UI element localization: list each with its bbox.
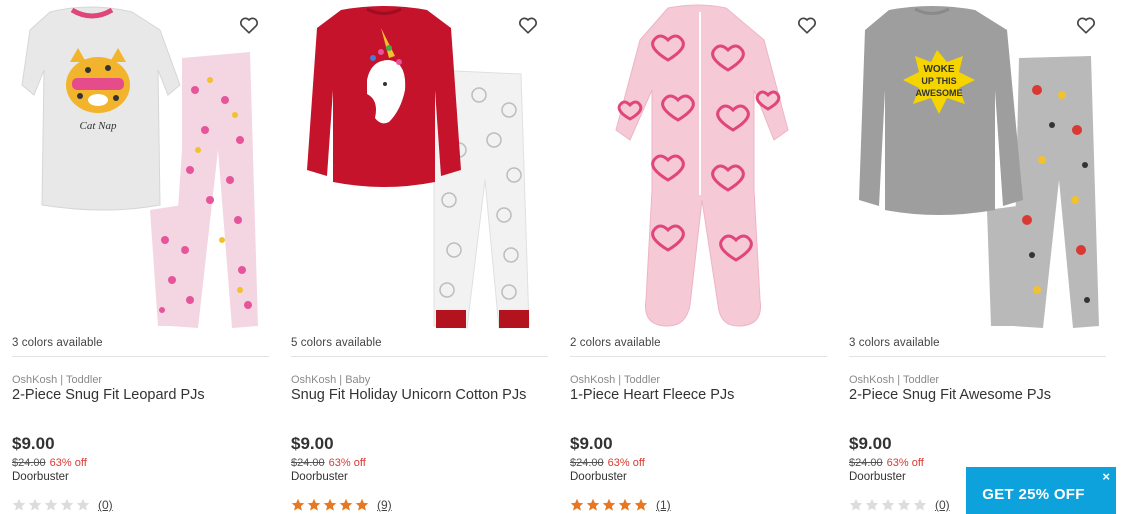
discount-percent: 63% off bbox=[328, 457, 366, 469]
review-count-link[interactable]: (0) bbox=[935, 498, 950, 512]
colors-available[interactable]: 5 colors available bbox=[291, 337, 382, 349]
shirt-print-text: UP THIS bbox=[921, 76, 956, 86]
favorite-heart-icon[interactable] bbox=[1075, 14, 1097, 36]
review-count-link[interactable]: (1) bbox=[656, 498, 671, 512]
favorite-heart-icon[interactable] bbox=[238, 14, 260, 36]
sale-price: $9.00 bbox=[291, 434, 334, 453]
sale-price: $9.00 bbox=[12, 434, 55, 453]
was-price: $24.00 bbox=[291, 457, 325, 469]
shirt-print-text: Cat Nap bbox=[80, 120, 117, 132]
original-price: $24.00 63% off bbox=[570, 457, 645, 469]
original-price: $24.00 63% off bbox=[849, 457, 924, 469]
star-icon bbox=[913, 498, 927, 511]
original-price: $24.00 63% off bbox=[12, 457, 87, 469]
product-image[interactable] bbox=[568, 0, 828, 330]
doorbuster-tag: Doorbuster bbox=[291, 471, 348, 483]
star-icon bbox=[865, 498, 879, 511]
star-icon bbox=[897, 498, 911, 511]
star-icon bbox=[307, 498, 321, 511]
star-icon bbox=[291, 498, 305, 511]
favorite-heart-icon[interactable] bbox=[517, 14, 539, 36]
star-rating bbox=[291, 498, 369, 512]
original-price: $24.00 63% off bbox=[291, 457, 366, 469]
product-image[interactable]: Cat Nap bbox=[10, 0, 270, 330]
star-icon bbox=[28, 498, 42, 511]
rating[interactable]: (1) bbox=[570, 497, 671, 513]
promo-label: GET 25% OFF bbox=[982, 486, 1085, 503]
close-icon[interactable]: × bbox=[1102, 470, 1110, 484]
star-rating bbox=[12, 498, 90, 512]
divider bbox=[570, 356, 827, 357]
discount-percent: 63% off bbox=[49, 457, 87, 469]
star-icon bbox=[881, 498, 895, 511]
product-name-link[interactable]: 2-Piece Snug Fit Awesome PJs bbox=[849, 387, 1051, 403]
product-card[interactable]: 5 colors available OshKosh | Baby Snug F… bbox=[279, 0, 549, 514]
star-icon bbox=[323, 498, 337, 511]
star-icon bbox=[60, 498, 74, 511]
star-rating bbox=[849, 498, 927, 512]
star-icon bbox=[12, 498, 26, 511]
shirt-print-text: AWESOME bbox=[915, 88, 962, 98]
product-brand: OshKosh | Toddler bbox=[849, 374, 940, 386]
product-name-link[interactable]: 1-Piece Heart Fleece PJs bbox=[570, 387, 734, 403]
star-icon bbox=[570, 498, 584, 511]
star-icon bbox=[586, 498, 600, 511]
review-count-link[interactable]: (0) bbox=[98, 498, 113, 512]
product-image[interactable]: WOKE UP THIS AWESOME bbox=[847, 0, 1107, 330]
star-icon bbox=[634, 498, 648, 511]
leopard-pajama-set-image: Cat Nap bbox=[21, 6, 258, 328]
rating[interactable]: (9) bbox=[291, 497, 392, 513]
favorite-heart-icon[interactable] bbox=[796, 14, 818, 36]
product-brand: OshKosh | Toddler bbox=[570, 374, 661, 386]
discount-percent: 63% off bbox=[886, 457, 924, 469]
product-card[interactable]: Cat Nap 3 colors available OshKosh | Tod… bbox=[0, 0, 270, 514]
promo-banner-button[interactable]: GET 25% OFF × bbox=[966, 467, 1116, 514]
product-name-link[interactable]: 2-Piece Snug Fit Leopard PJs bbox=[12, 387, 205, 403]
product-card[interactable]: WOKE UP THIS AWESOME 3 colors available … bbox=[837, 0, 1107, 514]
product-name-link[interactable]: Snug Fit Holiday Unicorn Cotton PJs bbox=[291, 387, 526, 403]
product-brand: OshKosh | Toddler bbox=[12, 374, 103, 386]
rating[interactable]: (0) bbox=[849, 497, 950, 513]
colors-available[interactable]: 3 colors available bbox=[849, 337, 940, 349]
was-price: $24.00 bbox=[570, 457, 604, 469]
shirt-print-text: WOKE bbox=[923, 64, 954, 75]
product-grid: Cat Nap 3 colors available OshKosh | Tod… bbox=[0, 0, 1123, 514]
product-brand: OshKosh | Baby bbox=[291, 374, 371, 386]
star-icon bbox=[355, 498, 369, 511]
star-icon bbox=[76, 498, 90, 511]
doorbuster-tag: Doorbuster bbox=[570, 471, 627, 483]
heart-footed-pajama-image bbox=[615, 4, 789, 327]
review-count-link[interactable]: (9) bbox=[377, 498, 392, 512]
colors-available[interactable]: 2 colors available bbox=[570, 337, 661, 349]
divider bbox=[291, 356, 548, 357]
star-rating bbox=[570, 498, 648, 512]
product-image[interactable] bbox=[289, 0, 549, 330]
doorbuster-tag: Doorbuster bbox=[849, 471, 906, 483]
product-card[interactable]: 2 colors available OshKosh | Toddler 1-P… bbox=[558, 0, 828, 514]
divider bbox=[12, 356, 269, 357]
rating[interactable]: (0) bbox=[12, 497, 113, 513]
was-price: $24.00 bbox=[12, 457, 46, 469]
doorbuster-tag: Doorbuster bbox=[12, 471, 69, 483]
star-icon bbox=[849, 498, 863, 511]
discount-percent: 63% off bbox=[607, 457, 645, 469]
divider bbox=[849, 356, 1106, 357]
awesome-pajama-set-image: WOKE UP THIS AWESOME bbox=[859, 6, 1099, 328]
sale-price: $9.00 bbox=[570, 434, 613, 453]
colors-available[interactable]: 3 colors available bbox=[12, 337, 103, 349]
star-icon bbox=[44, 498, 58, 511]
was-price: $24.00 bbox=[849, 457, 883, 469]
star-icon bbox=[602, 498, 616, 511]
star-icon bbox=[618, 498, 632, 511]
sale-price: $9.00 bbox=[849, 434, 892, 453]
unicorn-pajama-set-image bbox=[307, 6, 530, 329]
star-icon bbox=[339, 498, 353, 511]
